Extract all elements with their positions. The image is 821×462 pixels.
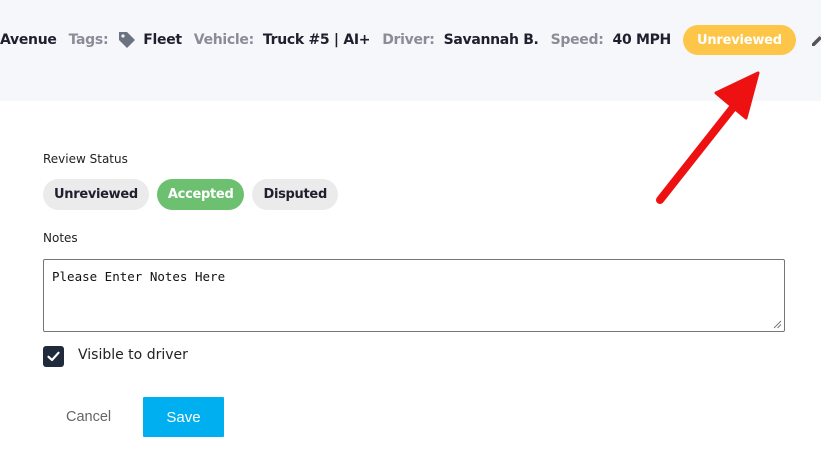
notes-label: Notes — [43, 231, 78, 245]
notes-placeholder: Please Enter Notes Here — [52, 269, 226, 284]
tag-value: Fleet — [143, 32, 182, 48]
review-status-label: Review Status — [43, 152, 128, 166]
status-badge: Unreviewed — [682, 25, 796, 55]
speed-value: 40 MPH — [612, 32, 672, 48]
notes-textarea[interactable]: Please Enter Notes Here — [43, 259, 785, 332]
speed-label: Speed: — [550, 32, 604, 48]
vehicle-value: Truck #5 | AI+ — [262, 32, 371, 48]
tag-icon — [117, 30, 137, 50]
checkmark-icon — [47, 351, 60, 362]
visible-to-driver-checkbox[interactable] — [43, 346, 64, 367]
incident-details-row: Avenue Tags: Fleet Vehicle: Truck #5 | A… — [0, 25, 821, 55]
visible-to-driver-label: Visible to driver — [78, 347, 188, 363]
save-button[interactable]: Save — [143, 397, 224, 437]
tags-label: Tags: — [68, 32, 109, 48]
review-status-options: Unreviewed Accepted Disputed — [43, 179, 338, 210]
incident-header: Avenue Tags: Fleet Vehicle: Truck #5 | A… — [0, 0, 821, 101]
status-option-disputed[interactable]: Disputed — [252, 179, 338, 210]
cancel-button[interactable]: Cancel — [50, 397, 127, 437]
resize-grip-icon[interactable] — [772, 319, 782, 329]
vehicle-label: Vehicle: — [193, 32, 254, 48]
driver-value: Savannah B. — [443, 32, 539, 48]
address-text: Avenue — [0, 32, 57, 48]
driver-label: Driver: — [382, 32, 435, 48]
status-option-unreviewed[interactable]: Unreviewed — [43, 179, 149, 210]
pencil-icon[interactable] — [808, 30, 821, 50]
status-option-accepted[interactable]: Accepted — [156, 179, 245, 210]
